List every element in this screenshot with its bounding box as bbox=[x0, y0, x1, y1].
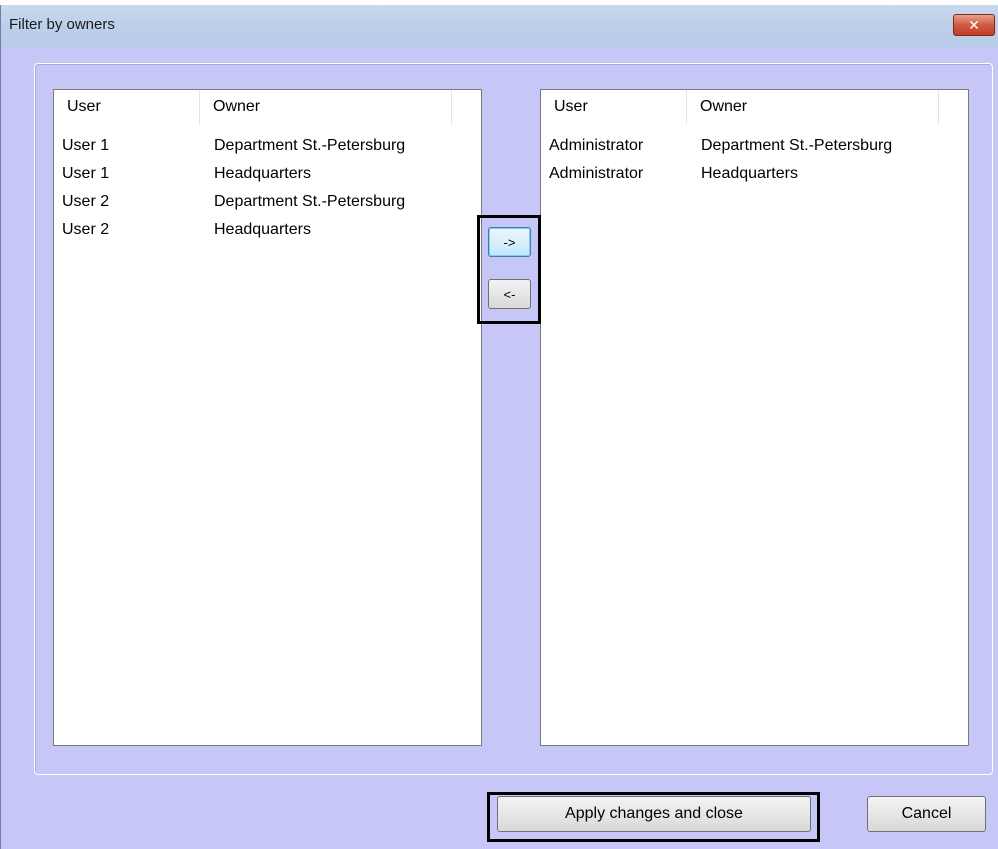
cell-owner: Department St.-Petersburg bbox=[701, 137, 893, 154]
cell-user: User 2 bbox=[62, 221, 110, 238]
list-item[interactable]: User 1 Headquarters bbox=[54, 160, 481, 188]
title-bar[interactable]: Filter by owners ✕ bbox=[1, 5, 998, 47]
list-item[interactable]: User 1 Department St.-Petersburg bbox=[54, 132, 481, 160]
list-header: User Owner bbox=[54, 90, 481, 124]
list-item[interactable]: Administrator Headquarters bbox=[541, 160, 968, 188]
list-item[interactable]: User 2 Department St.-Petersburg bbox=[54, 188, 481, 216]
close-button[interactable]: ✕ bbox=[953, 14, 995, 36]
list-item[interactable]: Administrator Department St.-Petersburg bbox=[541, 132, 968, 160]
apply-and-close-button[interactable]: Apply changes and close bbox=[497, 796, 811, 832]
list-header: User Owner bbox=[541, 90, 968, 124]
column-header-user[interactable]: User bbox=[54, 90, 200, 124]
cell-user: Administrator bbox=[549, 165, 644, 182]
move-left-button[interactable]: <- bbox=[488, 279, 531, 309]
cell-owner: Department St.-Petersburg bbox=[214, 137, 406, 154]
cell-owner: Headquarters bbox=[214, 221, 311, 238]
cell-user: User 2 bbox=[62, 193, 110, 210]
cell-user: User 1 bbox=[62, 165, 110, 182]
cell-owner: Headquarters bbox=[701, 165, 798, 182]
cell-user: Administrator bbox=[549, 137, 644, 154]
cancel-button[interactable]: Cancel bbox=[867, 796, 986, 832]
available-owners-list[interactable]: User Owner User 1 Department St.-Petersb… bbox=[53, 89, 482, 746]
window-title: Filter by owners bbox=[9, 16, 115, 33]
move-right-button[interactable]: -> bbox=[488, 227, 531, 257]
cell-user: User 1 bbox=[62, 137, 110, 154]
column-header-owner[interactable]: Owner bbox=[687, 90, 939, 124]
cell-owner: Department St.-Petersburg bbox=[214, 193, 406, 210]
cell-owner: Headquarters bbox=[214, 165, 311, 182]
column-header-user[interactable]: User bbox=[541, 90, 687, 124]
selected-owners-list[interactable]: User Owner Administrator Department St.-… bbox=[540, 89, 969, 746]
close-icon: ✕ bbox=[968, 16, 980, 33]
list-item[interactable]: User 2 Headquarters bbox=[54, 216, 481, 244]
column-header-owner[interactable]: Owner bbox=[200, 90, 452, 124]
